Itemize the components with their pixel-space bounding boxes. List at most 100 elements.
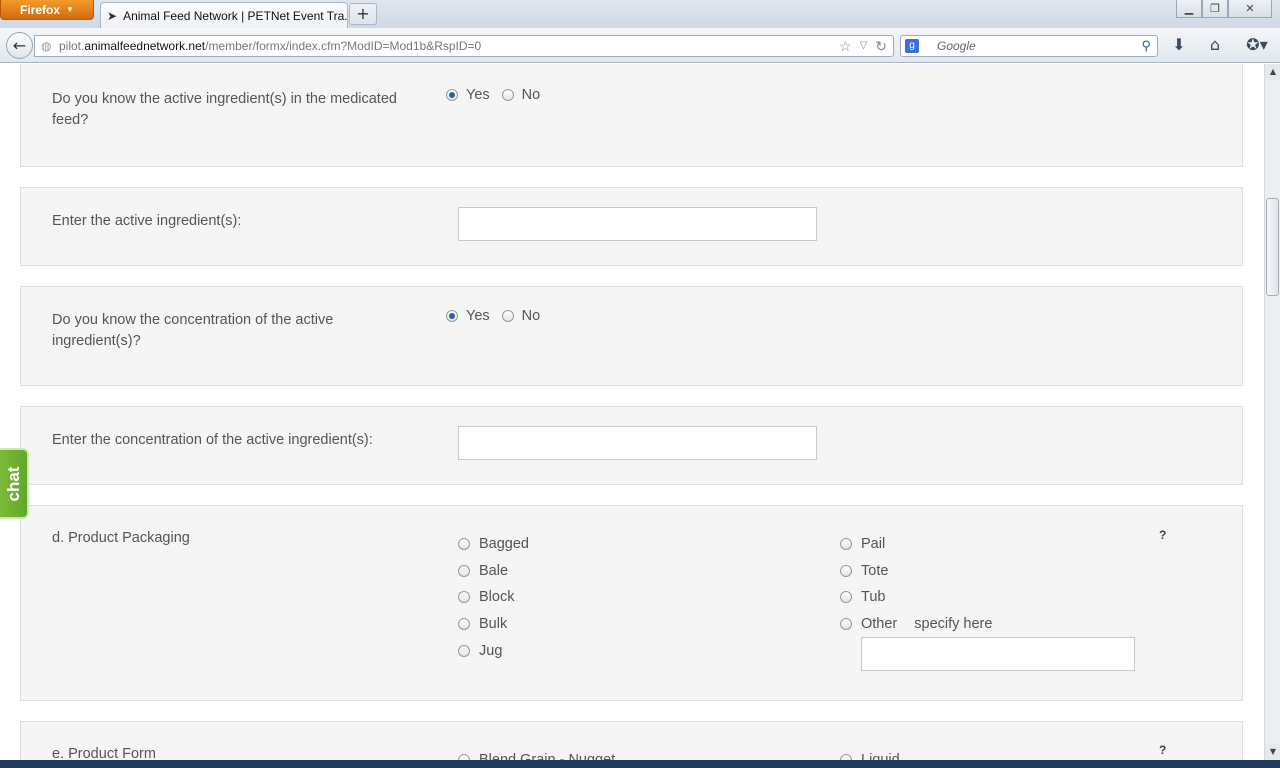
search-icon[interactable]: ⚲ [1141,36,1151,56]
packaging-option-bale[interactable]: Bale [458,563,508,579]
option-label: Bagged [479,536,529,552]
home-icon[interactable]: ⌂ [1203,35,1227,54]
firefox-menu-label: Firefox [20,2,61,17]
history-dropdown-icon[interactable]: ▽ [860,36,868,56]
chevron-down-icon: ▼ [66,5,74,14]
chat-tab-button[interactable]: chat [0,448,29,519]
url-path: /member/formx/index.cfm?ModID=Mod1b&RspI… [205,39,482,53]
concentration-input[interactable] [458,426,817,460]
question-enter-concentration: Enter the concentration of the active in… [20,406,1243,485]
back-button[interactable]: ← [6,32,33,59]
option-label: Block [479,589,515,605]
question-product-packaging: d. Product Packaging ? Bagged Bale Block… [20,505,1243,701]
radio-unchecked-icon[interactable] [840,591,852,603]
option-label: Tub [861,589,886,605]
reload-icon[interactable]: ↻ [875,36,887,56]
radio-unchecked-icon[interactable] [840,538,852,550]
packaging-option-pail[interactable]: Pail [840,536,885,552]
option-label: Bale [479,563,509,579]
scroll-up-arrow-icon[interactable]: ▲ [1265,64,1280,80]
radio-no-label: No [521,87,541,103]
question-enter-ingredients: Enter the active ingredient(s): [20,187,1243,266]
new-tab-button[interactable]: + [349,3,377,25]
question-label: Do you know the active ingredient(s) in … [52,91,397,128]
radio-unchecked-icon[interactable] [458,565,470,577]
radio-unchecked-icon[interactable] [501,310,514,322]
minimize-window-button[interactable]: ▁ [1176,0,1202,18]
google-engine-icon[interactable]: g [905,39,919,53]
question-label: d. Product Packaging [52,530,190,546]
option-label: Other [861,616,898,632]
tab-title: Animal Feed Network | PETNet Event Tra..… [123,8,348,23]
radio-no[interactable]: No [501,87,541,103]
radio-yes[interactable]: Yes [446,308,490,324]
bookmark-star-icon[interactable]: ☆ [839,36,852,56]
radio-no-label: No [521,308,541,324]
help-icon[interactable]: ? [1159,743,1166,757]
restore-window-button[interactable]: ❐ [1202,0,1228,18]
radio-unchecked-icon[interactable] [501,89,514,101]
radio-unchecked-icon[interactable] [458,538,470,550]
form-option-liquid[interactable]: Liquid [840,752,900,760]
option-label: Bulk [479,616,508,632]
search-placeholder: Google [937,39,976,53]
other-specify-hint: specify here [914,616,993,632]
question-label: Do you know the concentration of the act… [52,312,334,349]
bookmarks-menu-icon[interactable]: ✪▾ [1241,35,1273,54]
vertical-scrollbar[interactable]: ▲ ▼ [1264,64,1280,760]
url-bar[interactable]: ◍ pilot.animalfeednetwork.net/member/for… [34,35,894,57]
globe-icon: ◍ [41,39,52,53]
question-label: Enter the active ingredient(s): [52,213,242,229]
radio-checked-icon[interactable] [446,310,458,322]
radio-no[interactable]: No [501,308,541,324]
active-ingredients-input[interactable] [458,207,817,241]
packaging-other-input[interactable] [861,637,1135,671]
search-bar[interactable]: g Google ⚲ [900,35,1158,57]
browser-navbar: ← ◍ pilot.animalfeednetwork.net/member/f… [0,28,1280,63]
question-product-form: e. Product Form ? Blend Grain - Nugget L… [20,721,1243,760]
question-know-ingredients: Do you know the active ingredient(s) in … [20,64,1243,167]
yes-no-radio-group: Yes No [446,308,540,324]
downloads-icon[interactable]: ⬇ [1167,35,1191,54]
page-content: Do you know the active ingredient(s) in … [0,64,1264,760]
packaging-option-tote[interactable]: Tote [840,563,888,579]
option-label: Pail [861,536,886,552]
radio-yes-label: Yes [466,87,490,103]
option-label: Jug [479,643,503,659]
os-taskbar [0,760,1280,768]
packaging-option-other[interactable]: Other specify here [840,616,992,632]
browser-tab-active[interactable]: ➤ Animal Feed Network | PETNet Event Tra… [100,2,348,28]
radio-unchecked-icon[interactable] [458,591,470,603]
option-label: Tote [861,563,889,579]
radio-yes-label: Yes [466,308,490,324]
yes-no-radio-group: Yes No [446,87,540,103]
radio-unchecked-icon[interactable] [458,618,470,630]
browser-titlebar: Firefox ▼ ➤ Animal Feed Network | PETNet… [0,0,1280,28]
packaging-option-bulk[interactable]: Bulk [458,616,507,632]
site-favicon-icon: ➤ [107,8,118,23]
question-label: e. Product Form [52,746,156,760]
firefox-menu-button[interactable]: Firefox ▼ [0,0,94,20]
option-label: Liquid [861,752,900,760]
radio-yes[interactable]: Yes [446,87,490,103]
form-option-blend-grain-nugget[interactable]: Blend Grain - Nugget [458,752,615,760]
option-label: Blend Grain - Nugget [479,752,616,760]
question-label: Enter the concentration of the active in… [52,432,373,448]
packaging-option-block[interactable]: Block [458,589,514,605]
packaging-option-jug[interactable]: Jug [458,643,502,659]
scroll-down-arrow-icon[interactable]: ▼ [1265,744,1280,760]
url-prefix: pilot. [59,39,85,53]
radio-checked-icon[interactable] [446,89,458,101]
radio-unchecked-icon[interactable] [458,645,470,657]
packaging-option-bagged[interactable]: Bagged [458,536,529,552]
scrollbar-thumb[interactable] [1266,198,1279,296]
back-arrow-icon: ← [12,36,27,55]
radio-unchecked-icon[interactable] [840,565,852,577]
url-domain: animalfeednetwork.net [84,39,206,53]
help-icon[interactable]: ? [1159,528,1166,542]
question-know-concentration: Do you know the concentration of the act… [20,286,1243,386]
radio-unchecked-icon[interactable] [840,618,852,630]
close-window-button[interactable]: ✕ [1228,0,1272,18]
packaging-option-tub[interactable]: Tub [840,589,885,605]
chat-tab-label: chat [4,466,23,502]
